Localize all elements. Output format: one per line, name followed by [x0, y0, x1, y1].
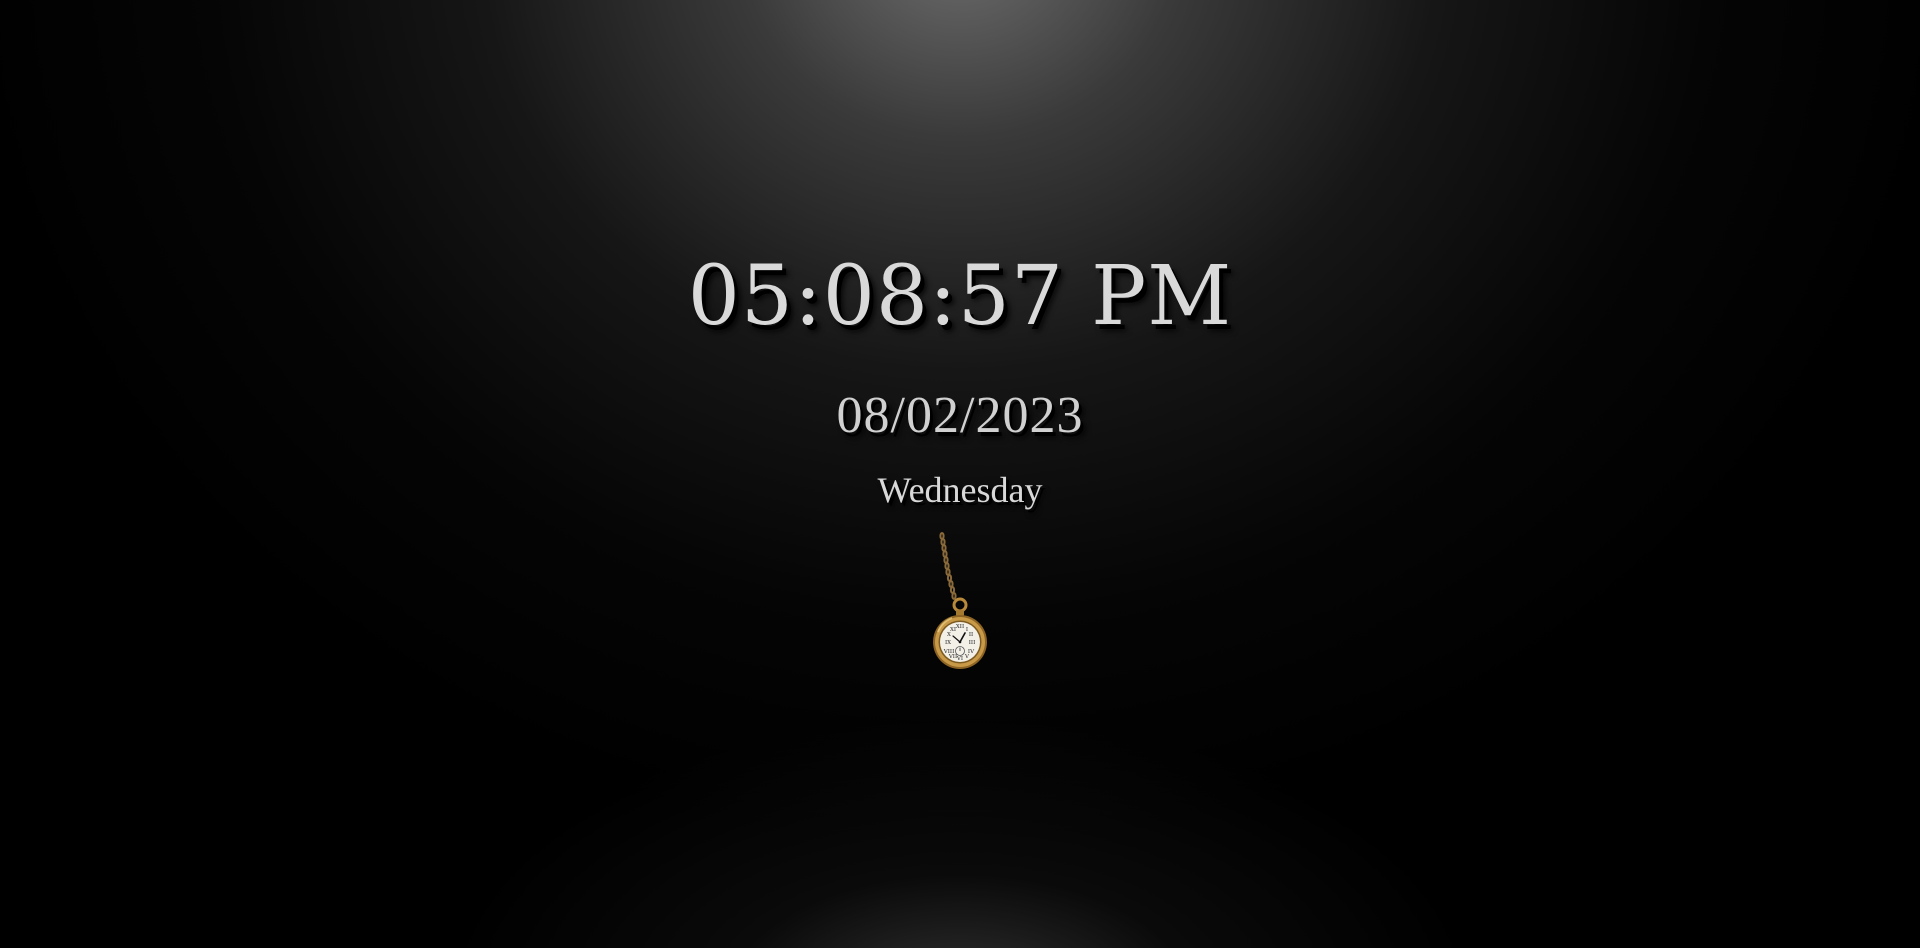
clock-page: 05:08:57 PM 08/02/2023 Wednesday XII III…	[0, 0, 1920, 948]
svg-text:XI: XI	[950, 627, 956, 633]
svg-text:IX: IX	[945, 640, 951, 646]
clock-date: 08/02/2023	[836, 387, 1084, 444]
svg-text:VIII: VIII	[943, 649, 955, 655]
clock-time: 05:08:57 PM	[687, 249, 1233, 344]
pocket-watch-icon: XII III VI IX I II IV V VII VIII X XI	[930, 532, 1000, 677]
clock-day: Wednesday	[877, 470, 1043, 510]
svg-text:I: I	[966, 627, 968, 633]
svg-text:II: II	[969, 632, 973, 638]
svg-text:XII: XII	[956, 624, 964, 630]
svg-text:III: III	[969, 640, 976, 646]
